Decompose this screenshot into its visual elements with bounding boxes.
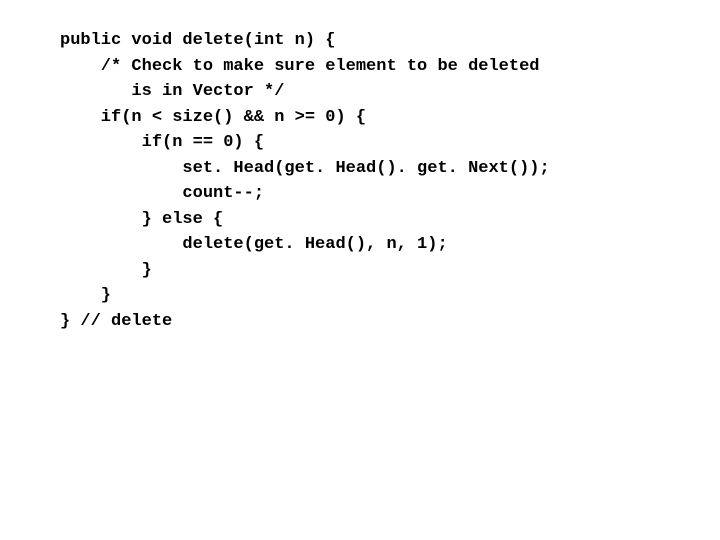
code-line: /* Check to make sure element to be dele… xyxy=(60,54,720,80)
code-line: } // delete xyxy=(60,309,720,335)
code-line: } xyxy=(60,258,720,284)
code-line: delete(get. Head(), n, 1); xyxy=(60,232,720,258)
code-line: count--; xyxy=(60,181,720,207)
code-line: is in Vector */ xyxy=(60,79,720,105)
code-line: set. Head(get. Head(). get. Next()); xyxy=(60,156,720,182)
code-line: } else { xyxy=(60,207,720,233)
code-line: if(n < size() && n >= 0) { xyxy=(60,105,720,131)
code-line: } xyxy=(60,283,720,309)
code-block: public void delete(int n) { /* Check to … xyxy=(0,0,720,334)
code-line: public void delete(int n) { xyxy=(60,28,720,54)
code-line: if(n == 0) { xyxy=(60,130,720,156)
